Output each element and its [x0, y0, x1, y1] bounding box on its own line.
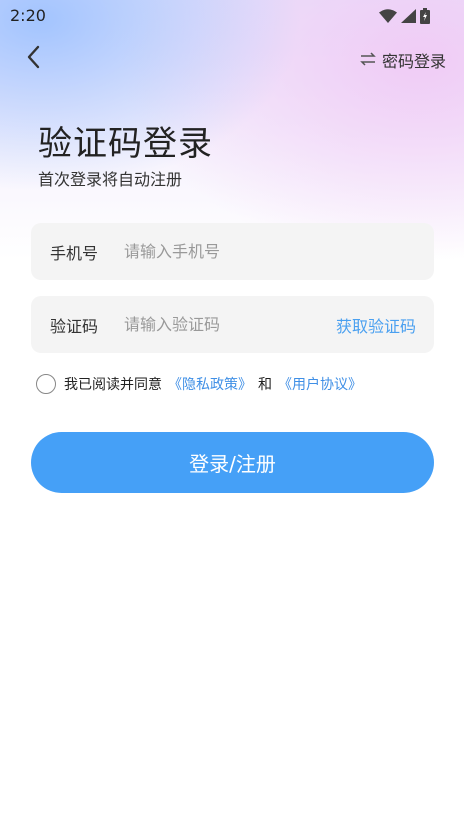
get-code-button[interactable]: 获取验证码: [336, 313, 416, 337]
chevron-left-icon: [26, 45, 40, 73]
back-button[interactable]: [18, 44, 48, 74]
password-login-label: 密码登录: [381, 52, 446, 71]
phone-label: 手机号: [50, 243, 99, 263]
user-agreement-link[interactable]: 《用户协议》: [278, 374, 362, 394]
code-label: 验证码: [50, 316, 99, 336]
code-input[interactable]: [124, 315, 336, 334]
battery-icon: [420, 8, 430, 24]
phone-input[interactable]: [124, 242, 416, 261]
swap-arrows-icon: [360, 51, 376, 70]
phone-field: 手机号: [31, 223, 434, 280]
login-register-button[interactable]: 登录/注册: [31, 432, 434, 493]
agreement-conjunction: 和: [258, 377, 272, 393]
wifi-icon: [379, 9, 397, 23]
privacy-policy-link[interactable]: 《隐私政策》: [168, 374, 252, 394]
agreement-checkbox[interactable]: [36, 374, 56, 394]
code-field: 验证码 获取验证码: [31, 296, 434, 353]
page-subtitle: 首次登录将自动注册: [38, 170, 183, 189]
status-time: 2:20: [10, 6, 46, 25]
status-icons: [379, 6, 430, 26]
agreement-prefix: 我已阅读并同意: [64, 377, 162, 393]
page-title: 验证码登录: [38, 124, 213, 164]
cell-signal-icon: [401, 9, 416, 23]
password-login-button[interactable]: 密码登录: [360, 48, 446, 72]
agreement-row: 我已阅读并同意 《隐私政策》 和 《用户协议》: [36, 374, 362, 394]
